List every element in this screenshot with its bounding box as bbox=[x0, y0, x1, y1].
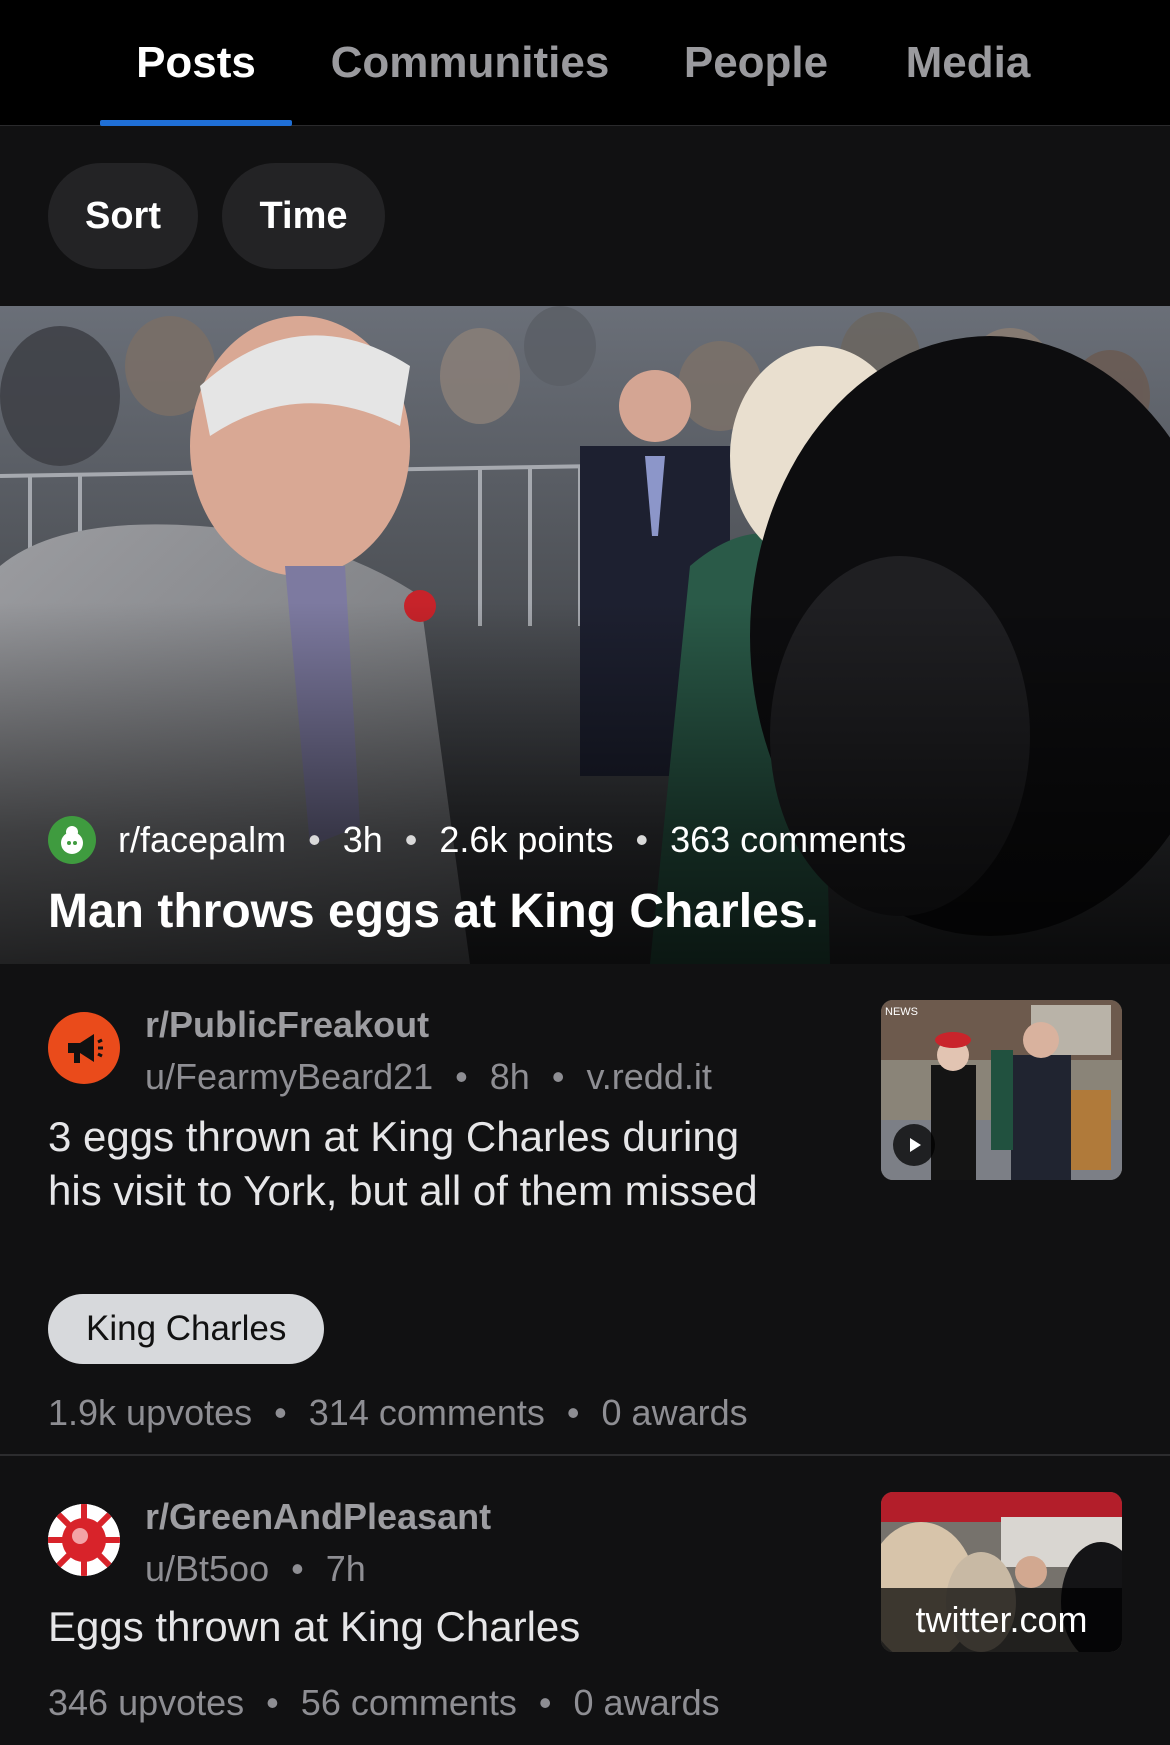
tab-people[interactable]: People bbox=[672, 0, 840, 126]
news-badge: NEWS bbox=[885, 1006, 918, 1018]
megaphone-icon[interactable] bbox=[48, 1012, 120, 1084]
post-age: 3h bbox=[342, 819, 383, 860]
active-tab-indicator bbox=[100, 120, 292, 126]
post-stats: 1.9k upvotes • 314 comments • 0 awards bbox=[48, 1392, 760, 1434]
post-age: 8h bbox=[489, 1056, 530, 1097]
separator: • bbox=[551, 1056, 565, 1097]
search-tabs: Posts Communities People Media bbox=[0, 0, 1170, 126]
post-byline: u/FearmyBeard21 • 8h • v.redd.it bbox=[145, 1056, 724, 1098]
image-overlay bbox=[0, 306, 1170, 964]
author-link[interactable]: u/Bt5oo bbox=[145, 1548, 269, 1589]
rose-icon[interactable] bbox=[48, 1504, 120, 1576]
separator: • bbox=[635, 819, 649, 860]
upvotes-count: 346 upvotes bbox=[48, 1682, 245, 1723]
post-age: 7h bbox=[325, 1548, 366, 1589]
points-count: 2.6k points bbox=[439, 819, 614, 860]
subreddit-link[interactable]: r/PublicFreakout bbox=[145, 1004, 429, 1046]
comments-count[interactable]: 314 comments bbox=[309, 1392, 545, 1433]
comments-count[interactable]: 363 comments bbox=[670, 819, 906, 861]
post-domain[interactable]: v.redd.it bbox=[586, 1056, 711, 1097]
separator: • bbox=[266, 1682, 279, 1723]
post-byline: u/Bt5oo • 7h bbox=[145, 1548, 378, 1590]
post-title[interactable]: Man throws eggs at King Charles. bbox=[48, 884, 819, 939]
snoo-avatar-icon[interactable] bbox=[48, 816, 96, 864]
flair-tag[interactable]: King Charles bbox=[48, 1294, 325, 1364]
separator: • bbox=[538, 1682, 552, 1723]
separator: • bbox=[308, 819, 321, 860]
play-icon[interactable] bbox=[893, 1124, 935, 1166]
separator: • bbox=[455, 1056, 468, 1097]
time-button[interactable]: Time bbox=[222, 163, 385, 269]
awards-count: 0 awards bbox=[573, 1682, 720, 1723]
tab-media[interactable]: Media bbox=[892, 0, 1044, 126]
separator: • bbox=[404, 819, 418, 860]
post-meta: r/facepalm • 3h • 2.6k points • 363 comm… bbox=[48, 816, 906, 864]
video-thumbnail[interactable]: NEWS bbox=[881, 1000, 1122, 1180]
list-item[interactable]: r/GreenAndPleasant u/Bt5oo • 7h Eggs thr… bbox=[0, 1456, 1170, 1745]
separator: • bbox=[291, 1548, 304, 1589]
post-stats: 346 upvotes • 56 comments • 0 awards bbox=[48, 1682, 732, 1724]
author-link[interactable]: u/FearmyBeard21 bbox=[145, 1056, 433, 1097]
list-item[interactable]: r/PublicFreakout u/FearmyBeard21 • 8h • … bbox=[0, 964, 1170, 1456]
upvotes-count: 1.9k upvotes bbox=[48, 1392, 253, 1433]
link-thumbnail[interactable]: twitter.com bbox=[881, 1492, 1122, 1652]
separator: • bbox=[566, 1392, 580, 1433]
sort-button[interactable]: Sort bbox=[48, 163, 198, 269]
featured-post[interactable]: r/facepalm • 3h • 2.6k points • 363 comm… bbox=[0, 306, 1170, 964]
link-domain-label: twitter.com bbox=[881, 1588, 1122, 1652]
subreddit-link[interactable]: r/facepalm bbox=[118, 819, 286, 861]
tab-posts[interactable]: Posts bbox=[100, 0, 292, 126]
tab-communities[interactable]: Communities bbox=[320, 0, 620, 126]
subreddit-link[interactable]: r/GreenAndPleasant bbox=[145, 1496, 491, 1538]
post-title[interactable]: Eggs thrown at King Charles bbox=[48, 1600, 768, 1654]
filter-bar: Sort Time bbox=[0, 127, 1170, 306]
comments-count[interactable]: 56 comments bbox=[301, 1682, 517, 1723]
post-title[interactable]: 3 eggs thrown at King Charles during his… bbox=[48, 1110, 768, 1218]
awards-count: 0 awards bbox=[601, 1392, 748, 1433]
separator: • bbox=[274, 1392, 287, 1433]
